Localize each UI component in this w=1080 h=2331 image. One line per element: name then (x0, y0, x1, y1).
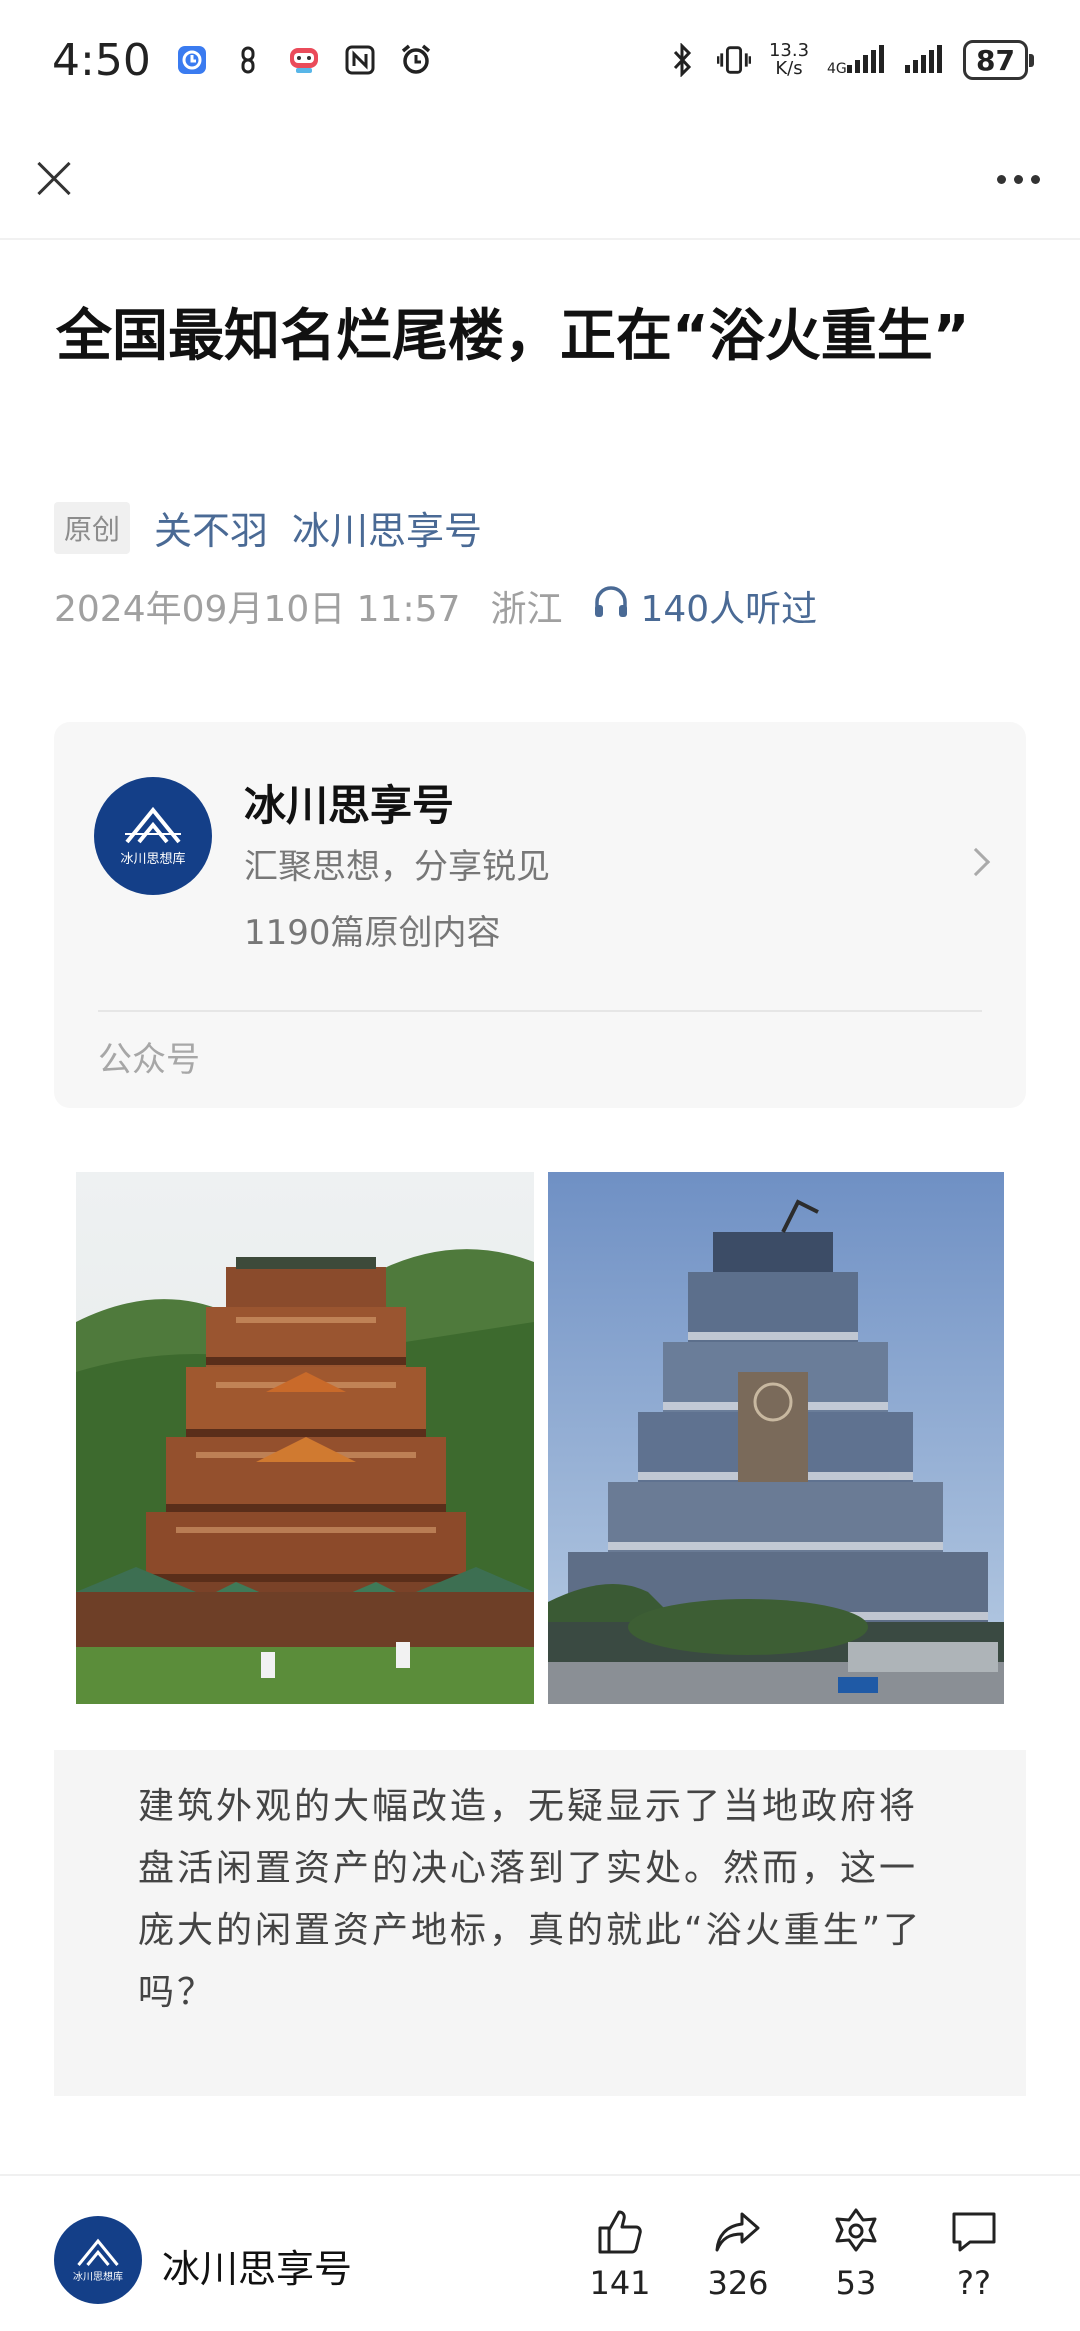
share-icon (715, 2212, 760, 2252)
bottom-account-name[interactable]: 冰川思享号 (162, 2238, 352, 2293)
close-icon[interactable] (30, 155, 78, 203)
notification-icons (175, 43, 433, 77)
account-link[interactable]: 冰川思享号 (292, 500, 482, 555)
signal-icon-sim1: 4G (827, 43, 887, 77)
publish-date: 2024年09月10日 11:57 (54, 589, 461, 630)
excerpt-text: 建筑外观的大幅改造，无疑显示了当地政府将盘活闲置资产的决心落到了实处。然而，这一… (138, 1786, 923, 2013)
original-badge: 原创 (54, 501, 131, 554)
listen-button[interactable]: 140人听过 (592, 580, 817, 632)
comment-icon (952, 2212, 996, 2252)
author-link[interactable]: 关不羽 (154, 500, 268, 555)
favorite-button[interactable]: 53 (816, 2206, 896, 2302)
network-speed-unit: K/s (775, 58, 803, 79)
headphones-icon (592, 584, 630, 629)
article-meta: 2024年09月10日 11:57 浙江 140人听过 (54, 580, 817, 632)
building-photo-before[interactable] (76, 1172, 534, 1704)
vibrate-icon (716, 43, 751, 77)
account-slogan: 汇聚思想，分享锐见 (244, 847, 550, 887)
comment-button[interactable]: ?? (934, 2206, 1014, 2302)
publish-location: 浙江 (490, 589, 563, 630)
chevron-right-icon (961, 847, 991, 877)
mountain-logo-icon (77, 2238, 119, 2266)
thumbs-up-icon (598, 2210, 642, 2254)
account-logo-text: 冰川思想库 (120, 851, 186, 867)
mountain-logo-icon (125, 806, 181, 843)
account-logo: 冰川思想库 (94, 777, 212, 895)
article-excerpt: 建筑外观的大幅改造，无疑显示了当地政府将盘活闲置资产的决心落到了实处。然而，这一… (54, 1750, 1026, 2096)
alarm-icon (399, 43, 433, 77)
like-button[interactable]: 141 (580, 2206, 660, 2302)
account-type: 公众号 (98, 1040, 200, 1080)
bottom-account-logo[interactable]: 冰川思想库 (54, 2216, 142, 2304)
calendar-app-icon (175, 43, 209, 77)
top-nav-bar (0, 120, 1080, 240)
share-count: 326 (707, 2264, 769, 2302)
svg-text:4G: 4G (827, 61, 847, 75)
comment-count: ?? (957, 2264, 991, 2302)
system-icons: 13.3 K/s 4G 87 (665, 40, 1034, 80)
listener-count: 140人听过 (640, 589, 818, 630)
account-article-count: 1190篇原创内容 (244, 913, 501, 953)
status-bar: 4:50 13.3 K/s 4G 87 (0, 0, 1080, 120)
signal-icon-sim2 (905, 43, 945, 77)
network-speed: 13.3 K/s (769, 42, 809, 78)
robot-app-icon (287, 43, 321, 77)
battery-indicator: 87 (963, 40, 1034, 80)
link-icon (231, 43, 265, 77)
favorite-flower-icon (835, 2208, 877, 2252)
building-photo-after[interactable] (548, 1172, 1004, 1704)
card-divider (98, 1010, 982, 1012)
nfc-icon (343, 43, 377, 77)
account-name: 冰川思享号 (244, 781, 455, 830)
share-button[interactable]: 326 (698, 2206, 778, 2302)
bottom-account-logo-text: 冰川思想库 (73, 2271, 123, 2283)
like-count: 141 (589, 2264, 651, 2302)
byline: 原创 关不羽 冰川思享号 (54, 500, 482, 555)
status-time: 4:50 (52, 34, 151, 86)
more-options-icon[interactable] (987, 165, 1050, 194)
bluetooth-icon (665, 43, 699, 77)
bottom-action-bar: 冰川思想库 冰川思享号 141 326 53 ?? (0, 2174, 1080, 2331)
favorite-count: 53 (835, 2264, 877, 2302)
article-title: 全国最知名烂尾楼，正在“浴火重生” (56, 304, 970, 369)
account-card[interactable]: 冰川思想库 冰川思享号 汇聚思想，分享锐见 1190篇原创内容 公众号 (54, 722, 1026, 1108)
